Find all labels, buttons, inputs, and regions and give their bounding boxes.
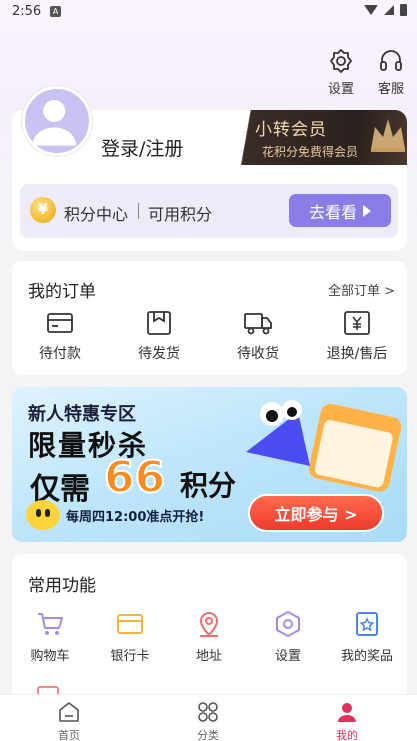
order-pending-shipment[interactable]: 待发货 [119, 309, 199, 363]
headset-icon [380, 50, 402, 71]
divider [138, 203, 139, 219]
orders-title: 我的订单 [28, 282, 96, 302]
func-label: 我的奖品 [340, 649, 393, 664]
cart-icon [38, 613, 63, 635]
megaphone-calendar-illustration [246, 400, 402, 492]
signal-icon [384, 5, 394, 15]
order-pending-payment[interactable]: 待付款 [20, 309, 100, 363]
gear-icon [330, 49, 352, 73]
func-address[interactable]: 地址 [171, 609, 247, 664]
vip-subtitle: 花积分免费得会员 [262, 145, 359, 159]
play-arrow-icon [363, 204, 371, 217]
settings-button[interactable]: 设置 [323, 48, 359, 97]
vip-title: 小转会员 [255, 120, 327, 140]
refund-icon [344, 311, 370, 335]
smiley-icon [26, 500, 60, 530]
tab-home[interactable]: 首页 [39, 700, 99, 741]
order-item-label: 待付款 [39, 346, 81, 362]
promo-line-3-suffix: 积分 [180, 469, 237, 502]
battery-icon [400, 4, 407, 16]
category-icon [198, 702, 218, 722]
order-pending-receipt[interactable]: 待收货 [218, 309, 298, 363]
box-icon [147, 311, 171, 335]
order-item-label: 待收货 [237, 346, 279, 362]
default-avatar-icon [32, 99, 77, 146]
coin-icon: ¥ [30, 197, 56, 223]
func-label: 银行卡 [110, 649, 150, 664]
header-actions: 设置 客服 [323, 48, 409, 97]
func-bank-card[interactable]: 银行卡 [92, 609, 168, 664]
status-bar: 2:56 A [0, 0, 417, 26]
more-function-icon[interactable] [37, 686, 59, 694]
view-points-label: 去看看 [308, 202, 357, 222]
prize-icon [356, 612, 378, 636]
available-points-label: 可用积分 [148, 205, 213, 224]
tab-category[interactable]: 分类 [178, 700, 238, 741]
join-now-button[interactable]: 立即参与 > [248, 494, 384, 532]
order-refund[interactable]: 退换/售后 [317, 309, 397, 363]
functions-title: 常用功能 [28, 576, 96, 596]
wifi-icon [364, 5, 378, 15]
all-orders-link[interactable]: 全部订单 > [328, 280, 395, 299]
view-points-button[interactable]: 去看看 [289, 194, 391, 227]
func-label: 购物车 [30, 649, 70, 664]
card-icon [117, 614, 143, 634]
promo-note: 每周四12:00准点开抢! [66, 510, 205, 525]
status-time: 2:56 [12, 4, 42, 19]
service-label: 客服 [377, 82, 404, 97]
func-settings[interactable]: 设置 [250, 609, 326, 664]
crown-icon [371, 119, 405, 152]
func-my-prizes[interactable]: 我的奖品 [329, 609, 405, 664]
notification-icon: A [50, 6, 61, 17]
location-icon [199, 612, 219, 637]
customer-service-button[interactable]: 客服 [373, 48, 409, 97]
points-center-label: 积分中心 [64, 205, 129, 224]
tab-label: 首页 [58, 729, 80, 741]
user-icon [338, 703, 356, 722]
avatar[interactable] [22, 86, 92, 156]
tab-label: 我的 [336, 729, 358, 741]
settings-label: 设置 [327, 82, 354, 97]
status-indicators [364, 4, 407, 16]
home-icon [59, 702, 79, 722]
func-label: 设置 [274, 649, 301, 664]
order-item-label: 待发货 [138, 346, 180, 362]
login-register-link[interactable]: 登录/注册 [101, 134, 183, 161]
promo-line-1: 新人特惠专区 [28, 404, 136, 425]
func-label: 地址 [195, 649, 222, 664]
tab-label: 分类 [197, 729, 219, 741]
truck-icon [244, 313, 272, 335]
tab-mine[interactable]: 我的 [317, 700, 377, 741]
order-item-label: 退换/售后 [326, 346, 388, 362]
wallet-icon [47, 313, 73, 333]
func-cart[interactable]: 购物车 [12, 609, 88, 664]
settings-hex-icon [276, 611, 300, 637]
promo-points-number: 66 [103, 451, 166, 504]
